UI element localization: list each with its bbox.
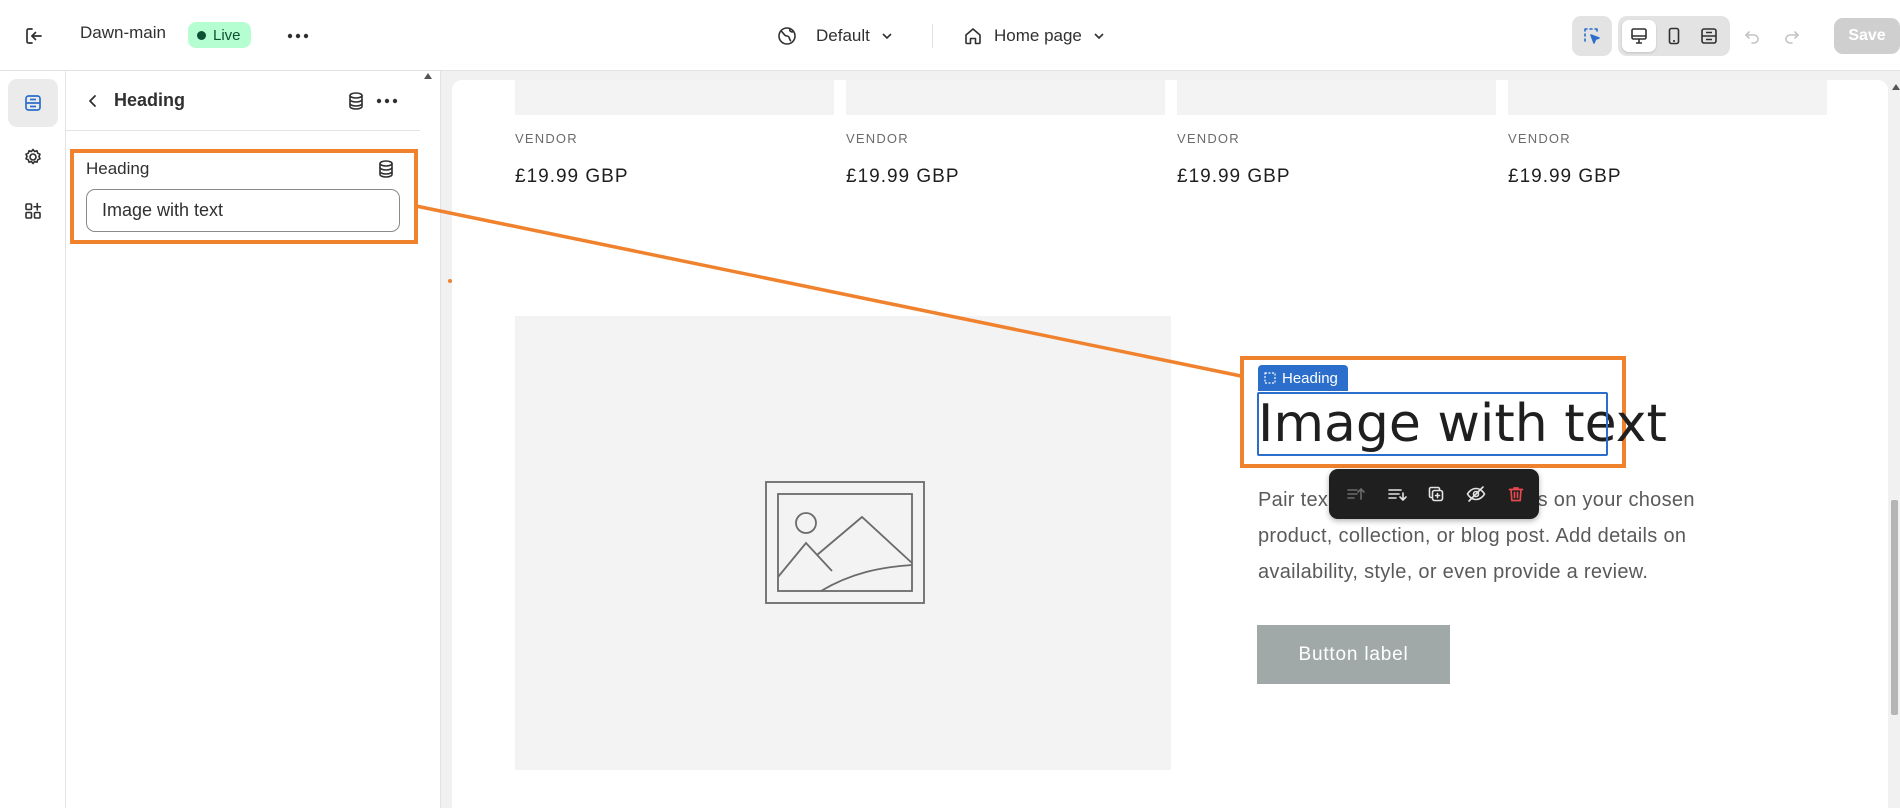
dynamic-source-button[interactable]	[344, 89, 368, 113]
ellipsis-icon	[287, 33, 309, 39]
mobile-icon	[1668, 27, 1680, 45]
selection-chip[interactable]: Heading	[1258, 365, 1348, 391]
chevron-down-icon	[882, 33, 892, 40]
sidebar-scroll-up-arrow[interactable]	[424, 73, 432, 79]
move-up-icon	[1347, 487, 1365, 500]
sidebar-title: Heading	[114, 90, 186, 110]
redo-icon	[1785, 31, 1800, 44]
status-badge: Live	[188, 22, 251, 48]
desktop-icon	[1631, 28, 1647, 44]
product-image[interactable]	[1508, 80, 1827, 115]
preview-scrollbar-thumb[interactable]	[1891, 500, 1898, 715]
undo-icon	[1744, 31, 1759, 44]
database-icon	[349, 92, 363, 110]
divider	[932, 24, 933, 48]
move-down-icon	[1388, 489, 1407, 502]
duplicate-button[interactable]	[1423, 481, 1449, 507]
product-image[interactable]	[1177, 80, 1496, 115]
inspector-toggle-button[interactable]	[1572, 16, 1612, 56]
store-preview: VENDOR VENDOR VENDOR VENDOR £19.99 GBP £…	[452, 80, 1888, 808]
live-dot-icon	[197, 30, 206, 40]
hide-button[interactable]	[1463, 481, 1489, 507]
mobile-view-button[interactable]	[1657, 20, 1691, 52]
page-selector[interactable]: Home page	[962, 20, 1106, 52]
trash-icon	[1508, 487, 1524, 502]
field-dynamic-source-button[interactable]	[374, 157, 398, 181]
exit-icon[interactable]	[18, 20, 50, 52]
desktop-view-button[interactable]	[1622, 20, 1656, 52]
undo-button[interactable]	[1736, 20, 1768, 52]
product-vendor: VENDOR	[1508, 131, 1571, 146]
page-label: Home page	[994, 26, 1082, 45]
sidebar-header: Heading	[66, 71, 420, 131]
preview-scroll-up-arrow[interactable]	[1892, 84, 1900, 90]
block-toolbar	[1329, 469, 1539, 519]
body-line-1-start: Pair tex	[1258, 489, 1329, 511]
save-button[interactable]: Save	[1834, 18, 1900, 54]
product-price: £19.99 GBP	[1177, 166, 1291, 187]
image-with-text-button[interactable]: Button label	[1257, 625, 1450, 684]
product-price: £19.99 GBP	[515, 166, 629, 187]
back-button[interactable]	[81, 89, 105, 113]
status-badge-label: Live	[213, 26, 241, 44]
image-placeholder[interactable]	[515, 316, 1171, 770]
expand-icon	[1701, 28, 1717, 44]
product-price: £19.99 GBP	[846, 166, 960, 187]
select-cursor-icon	[1584, 28, 1600, 44]
database-icon	[379, 160, 393, 178]
image-placeholder-icon	[765, 481, 925, 604]
product-vendor: VENDOR	[846, 131, 909, 146]
product-price: £19.99 GBP	[1508, 166, 1622, 187]
annotation-dot	[448, 279, 452, 283]
rail-sections-button[interactable]	[8, 79, 58, 127]
product-image[interactable]	[846, 80, 1165, 115]
store-name: Dawn-main	[80, 23, 166, 42]
body-line-2: product, collection, or blog post. Add d…	[1258, 525, 1687, 547]
product-vendor: VENDOR	[515, 131, 578, 146]
settings-sidebar: Heading Heading Image with text	[66, 71, 441, 808]
sidebar-more-button[interactable]	[372, 89, 402, 113]
device-preview-group	[1618, 16, 1730, 56]
gear-icon	[25, 148, 41, 165]
body-line-3: availability, style, or even provide a r…	[1258, 561, 1649, 583]
chevron-down-icon	[1094, 33, 1104, 40]
theme-label: Default	[816, 26, 870, 45]
chevron-left-icon	[89, 95, 96, 107]
move-up-button[interactable]	[1343, 481, 1369, 507]
home-icon	[965, 28, 981, 45]
eye-off-icon	[1466, 486, 1486, 502]
duplicate-icon	[1428, 486, 1444, 502]
body-line-1-end: us on your chosen	[1526, 489, 1695, 511]
heading-selection-outline	[1257, 392, 1608, 456]
selection-chip-label: Heading	[1282, 369, 1338, 387]
product-image[interactable]	[515, 80, 834, 115]
more-actions-button[interactable]	[282, 20, 314, 52]
fullwidth-view-button[interactable]	[1692, 20, 1726, 52]
redo-button[interactable]	[1776, 20, 1808, 52]
delete-button[interactable]	[1503, 481, 1529, 507]
sections-icon	[25, 95, 41, 111]
move-down-button[interactable]	[1384, 481, 1410, 507]
rail-settings-button[interactable]	[8, 133, 58, 181]
globe-icon	[778, 27, 796, 45]
theme-selector[interactable]: Default	[776, 20, 894, 52]
apps-icon	[25, 202, 42, 219]
rail-apps-button[interactable]	[8, 187, 58, 235]
heading-field-label: Heading	[86, 159, 150, 178]
icon-rail	[0, 71, 66, 808]
top-bar: Dawn-main Live Default Home page Save	[0, 0, 1900, 71]
heading-input[interactable]: Image with text	[86, 189, 400, 232]
product-vendor: VENDOR	[1177, 131, 1240, 146]
selection-icon	[1264, 372, 1276, 384]
ellipsis-icon	[376, 98, 398, 104]
